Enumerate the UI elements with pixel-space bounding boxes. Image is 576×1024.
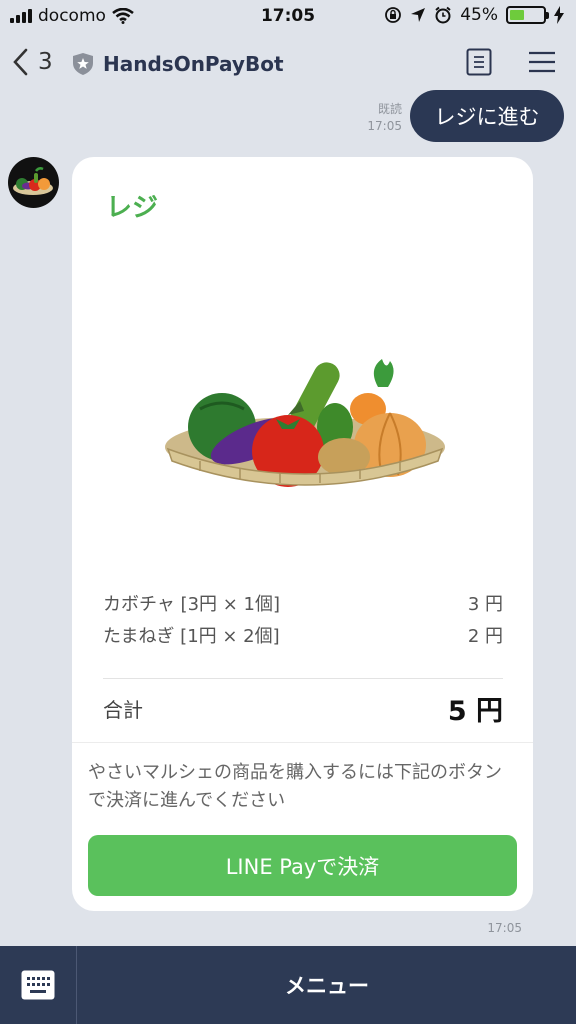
menu-icon[interactable]	[528, 51, 556, 73]
line-pay-button[interactable]: LINE Payで決済	[88, 835, 517, 896]
total-value: 5 円	[447, 696, 503, 727]
charging-icon	[554, 6, 564, 24]
keyboard-button[interactable]	[0, 946, 77, 1024]
bot-name: HandsOnPayBot	[103, 52, 284, 76]
status-bar: docomo 17:05 45%	[0, 0, 576, 34]
purchase-note: やさいマルシェの商品を購入するには下記のボタンで決済に進んでください	[88, 762, 502, 811]
bottom-bar: メニュー	[0, 946, 576, 1024]
message-meta: 既読 17:05	[360, 101, 402, 135]
list-item: カボチャ [3円 × 1個] 3 円	[103, 589, 503, 621]
read-receipt: 既読	[377, 102, 402, 116]
bot-avatar[interactable]	[8, 157, 59, 208]
header-actions	[466, 48, 556, 76]
message-time: 17:05	[367, 119, 402, 133]
rich-menu-button[interactable]: メニュー	[78, 946, 576, 1024]
outgoing-message[interactable]: レジに進む	[410, 90, 564, 142]
list-item: たまねぎ [1円 × 2個] 2 円	[103, 621, 503, 653]
item-name: たまねぎ [1円 × 2個]	[103, 626, 280, 647]
divider	[103, 678, 503, 679]
item-name: カボチャ [3円 × 1個]	[103, 594, 281, 615]
chat-title[interactable]: HandsOnPayBot	[72, 52, 284, 76]
chat-header: 3 HandsOnPayBot	[0, 34, 576, 96]
line-items: カボチャ [3円 × 1個] 3 円 たまねぎ [1円 × 2個] 2 円	[103, 589, 503, 653]
item-price: 2 円	[467, 626, 503, 647]
shield-star-icon	[73, 53, 93, 75]
vegetable-basket-image	[165, 359, 445, 487]
unread-count: 3	[38, 49, 53, 75]
battery-percent: 45%	[460, 5, 498, 25]
card-title: レジ	[106, 193, 159, 223]
status-right: 45%	[384, 5, 564, 25]
note-icon[interactable]	[466, 48, 492, 76]
total-label: 合計	[103, 698, 143, 722]
alarm-icon	[435, 6, 451, 24]
receipt-card: レジ カボチャ [3円 × 1個] 3 円 たまねぎ [1円 × 2個] 2 円…	[72, 157, 533, 911]
keyboard-icon	[21, 970, 55, 1000]
back-button[interactable]: 3	[12, 48, 53, 76]
back-chevron-icon	[13, 48, 28, 76]
divider	[72, 742, 533, 743]
total-row: 合計 5 円	[103, 689, 503, 728]
battery-fill	[510, 10, 525, 20]
item-price: 3 円	[467, 594, 503, 615]
location-icon	[411, 8, 426, 22]
battery-icon	[506, 6, 549, 24]
rotation-lock-icon	[385, 7, 402, 23]
vegetable-basket-avatar	[13, 167, 53, 195]
card-time: 17:05	[487, 921, 522, 935]
